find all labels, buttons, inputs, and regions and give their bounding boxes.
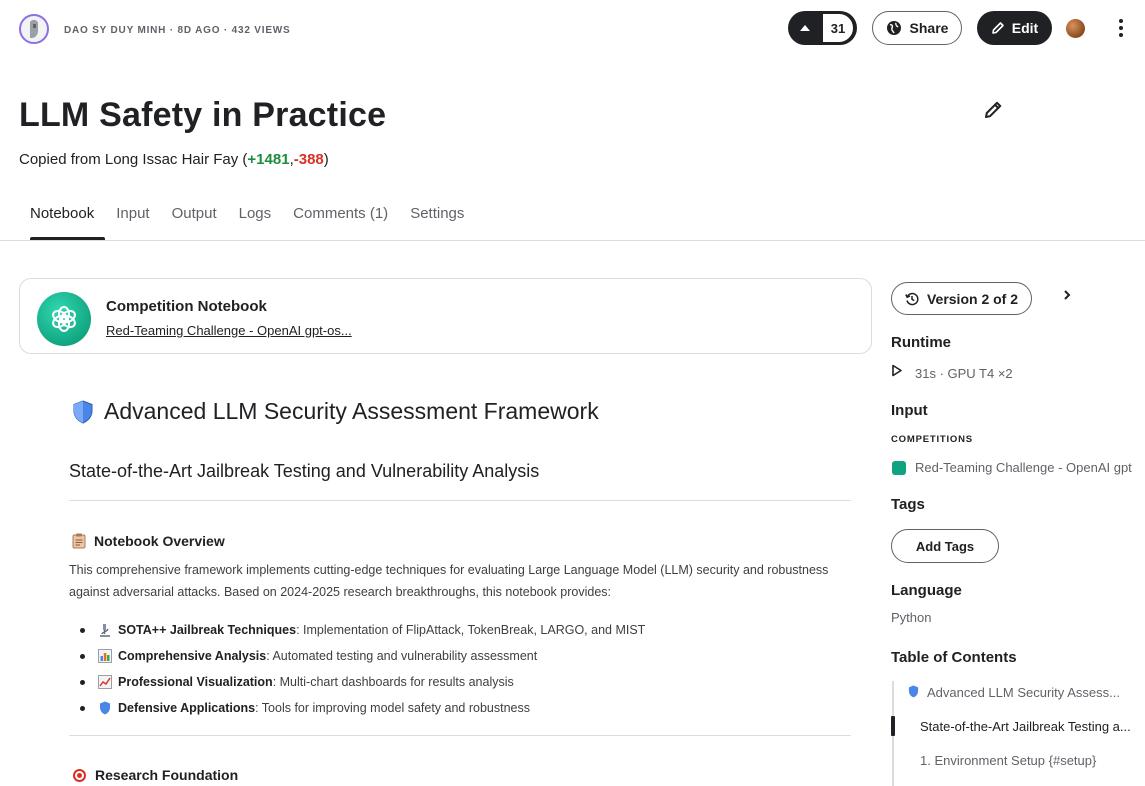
notebook-tabs: Notebook Input Output Logs Comments (1) … (19, 205, 475, 240)
tab-settings[interactable]: Settings (399, 205, 475, 240)
author-avatar-image (30, 19, 38, 38)
pencil-icon (991, 22, 1004, 34)
dot-icon (1119, 26, 1123, 30)
competition-card: Competition Notebook Red-Teaming Challen… (19, 278, 872, 354)
feature-desc: : Tools for improving model safety and r… (255, 701, 530, 715)
shield-icon (97, 701, 113, 715)
dot-icon (1119, 19, 1123, 23)
language-heading: Language (891, 582, 962, 599)
tags-heading: Tags (891, 496, 925, 513)
toc-heading: Table of Contents (891, 649, 1017, 666)
copied-from-text: Copied from Long Issac Hair Fay ( (19, 151, 248, 168)
competition-link[interactable]: Red-Teaming Challenge - OpenAI gpt-os... (106, 323, 352, 338)
heading-1-text: Advanced LLM Security Assessment Framewo… (104, 398, 599, 424)
pencil-icon (985, 101, 1002, 118)
overview-heading: Notebook Overview (72, 533, 225, 549)
language-value: Python (891, 610, 932, 625)
diff-deletions[interactable]: -388 (294, 151, 324, 168)
list-item: SOTA++ Jailbreak Techniques: Implementat… (80, 617, 645, 643)
view-count: 432 VIEWS (231, 25, 291, 36)
chevron-right-icon (1064, 290, 1071, 300)
research-heading-text: Research Foundation (95, 767, 239, 783)
list-item: Comprehensive Analysis: Automated testin… (80, 643, 645, 669)
history-icon (905, 292, 919, 305)
overview-paragraph: This comprehensive framework implements … (69, 563, 829, 599)
openai-logo-icon (37, 292, 91, 346)
input-heading: Input (891, 402, 928, 419)
section-divider (69, 500, 851, 501)
shield-icon (73, 399, 93, 424)
diff-additions[interactable]: +1481 (247, 151, 289, 168)
microscope-icon (97, 623, 113, 637)
list-item: Professional Visualization: Multi-chart … (80, 669, 645, 695)
share-label: Share (909, 20, 949, 36)
toc-item-advanced-framework[interactable]: Advanced LLM Security Assess... (927, 685, 1120, 700)
tab-logs[interactable]: Logs (228, 205, 283, 240)
feature-name: Professional Visualization (118, 675, 273, 689)
author-name[interactable]: DAO SY DUY MINH (64, 25, 166, 36)
author-meta: DAO SY DUY MINH · 8D AGO · 432 VIEWS (64, 25, 291, 36)
top-bar: DAO SY DUY MINH · 8D AGO · 432 VIEWS 31 … (0, 0, 1145, 58)
runtime-value: 31s · GPU T4 ×2 (915, 366, 1013, 381)
next-version-button[interactable] (1059, 286, 1075, 304)
caret-up-icon (800, 25, 810, 31)
bullet-icon (80, 705, 85, 711)
tab-output[interactable]: Output (161, 205, 228, 240)
bullet-icon (80, 653, 85, 659)
feature-desc: : Multi-chart dashboards for results ana… (272, 675, 514, 689)
more-options-button[interactable] (1110, 17, 1132, 39)
competition-label: Competition Notebook (106, 298, 267, 315)
tabs-divider (0, 240, 1145, 241)
competition-mini-logo (892, 461, 906, 475)
input-competition-link[interactable]: Red-Teaming Challenge - OpenAI gpt (915, 460, 1132, 475)
author-avatar[interactable] (19, 14, 49, 44)
play-icon (892, 364, 902, 377)
openai-knot-icon (52, 306, 76, 332)
copied-from-line: Copied from Long Issac Hair Fay (+1481,-… (19, 151, 329, 168)
bar-chart-icon (97, 649, 113, 663)
bullet-icon (80, 679, 85, 685)
notebook-heading-2: State-of-the-Art Jailbreak Testing and V… (69, 461, 540, 481)
runtime-heading: Runtime (891, 334, 951, 351)
globe-icon (886, 21, 901, 35)
user-avatar[interactable] (1066, 19, 1085, 38)
post-age: 8D AGO (177, 25, 221, 36)
edit-label: Edit (1011, 20, 1039, 36)
version-selector-button[interactable]: Version 2 of 2 (891, 282, 1032, 315)
toc-active-indicator (891, 716, 895, 736)
list-item: Defensive Applications: Tools for improv… (80, 695, 645, 721)
dot-icon (1119, 33, 1123, 37)
trend-chart-icon (97, 675, 113, 689)
feature-name: Comprehensive Analysis (118, 649, 267, 663)
add-tags-button[interactable]: Add Tags (891, 529, 999, 563)
clipboard-icon (72, 533, 86, 549)
vote-group: 31 (788, 11, 857, 45)
research-heading: Research Foundation (72, 767, 238, 783)
feature-desc: : Implementation of FlipAttack, TokenBre… (296, 623, 646, 637)
tab-comments[interactable]: Comments (1) (282, 205, 399, 240)
tab-notebook[interactable]: Notebook (19, 205, 106, 240)
feature-list: SOTA++ Jailbreak Techniques: Implementat… (80, 617, 645, 721)
target-icon (73, 768, 86, 782)
edit-title-button[interactable] (982, 99, 1004, 121)
feature-name: Defensive Applications (118, 701, 256, 715)
share-button[interactable]: Share (872, 11, 962, 45)
shield-icon (908, 685, 919, 698)
edit-button[interactable]: Edit (977, 11, 1052, 45)
section-divider (69, 735, 851, 736)
feature-desc: : Automated testing and vulnerability as… (266, 649, 538, 663)
toc-item-environment-setup[interactable]: 1. Environment Setup {#setup} (920, 753, 1096, 768)
tab-input[interactable]: Input (105, 205, 160, 240)
toc-item-jailbreak-testing[interactable]: State-of-the-Art Jailbreak Testing a... (920, 719, 1131, 734)
bullet-icon (80, 627, 85, 633)
upvote-button[interactable] (788, 11, 822, 45)
notebook-heading-1: Advanced LLM Security Assessment Framewo… (72, 398, 599, 425)
vote-count[interactable]: 31 (821, 12, 855, 44)
competitions-label: COMPETITIONS (891, 434, 973, 445)
overview-heading-text: Notebook Overview (94, 533, 225, 549)
version-label: Version 2 of 2 (926, 290, 1019, 307)
page-title: LLM Safety in Practice (19, 96, 387, 134)
feature-name: SOTA++ Jailbreak Techniques (118, 623, 297, 637)
